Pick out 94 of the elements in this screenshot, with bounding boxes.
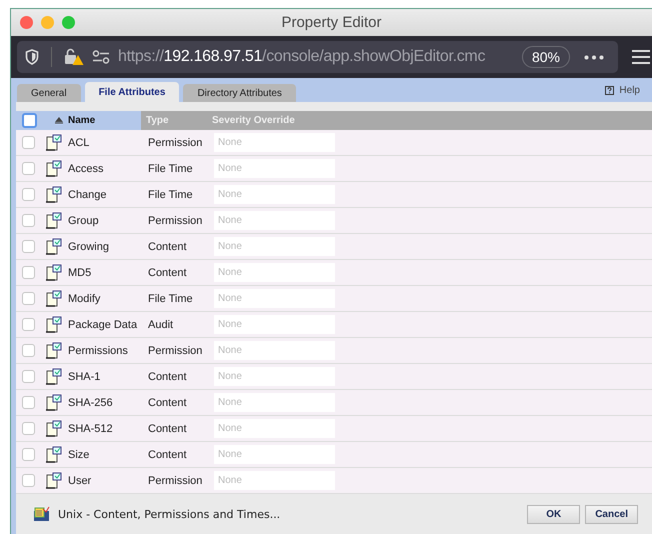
severity-field[interactable]: None xyxy=(214,393,335,412)
permissions-icon xyxy=(92,50,110,64)
severity-field[interactable]: None xyxy=(214,185,335,204)
row-checkbox[interactable] xyxy=(22,162,35,175)
address-bar[interactable]: https://192.168.97.51/console/app.showObjEditor.cmc 80% xyxy=(17,41,618,73)
type-cell-text: Content xyxy=(148,266,188,278)
severity-field[interactable]: None xyxy=(214,341,335,360)
severity-field[interactable]: None xyxy=(214,289,335,308)
name-cell-text: Change xyxy=(68,188,108,200)
ok-button[interactable]: OK xyxy=(527,504,580,524)
column-header[interactable]: Name xyxy=(16,111,141,130)
name-cell-text: ACL xyxy=(68,136,90,148)
url-text: https://192.168.97.51/console/app.showObjEditor.cmc xyxy=(118,48,486,66)
row-checkbox[interactable] xyxy=(22,266,35,279)
document-icon xyxy=(46,186,62,203)
name-cell-text: Size xyxy=(68,448,90,460)
document-icon xyxy=(46,316,62,333)
type-cell-text: File Time xyxy=(148,292,194,304)
document-icon xyxy=(46,134,62,151)
document-icon xyxy=(46,420,62,437)
type-cell-text: File Time xyxy=(148,162,194,174)
close-button[interactable] xyxy=(20,16,33,29)
document-icon xyxy=(46,290,62,307)
row-checkbox[interactable] xyxy=(22,344,35,357)
name-cell-text: User xyxy=(68,474,92,486)
document-icon xyxy=(46,472,62,489)
type-cell-text: Content xyxy=(148,396,188,408)
minimize-button[interactable] xyxy=(41,16,54,29)
more-icon[interactable] xyxy=(584,54,604,60)
severity-field[interactable]: None xyxy=(214,367,335,386)
tab[interactable]: File Attributes xyxy=(84,82,180,102)
name-cell-text: Package Data xyxy=(68,318,138,330)
type-cell-text: Permission xyxy=(148,344,204,356)
row-checkbox[interactable] xyxy=(22,474,35,487)
name-cell-text: SHA-1 xyxy=(68,370,102,382)
row-checkbox[interactable] xyxy=(22,240,35,253)
help-link[interactable]: Help xyxy=(619,84,640,96)
type-cell-text: File Time xyxy=(148,188,194,200)
document-icon xyxy=(46,394,62,411)
type-cell-text: Permission xyxy=(148,136,204,148)
document-icon xyxy=(46,446,62,463)
name-cell-text: Access xyxy=(68,162,104,174)
rule-set-icon xyxy=(33,506,50,522)
row-checkbox[interactable] xyxy=(22,448,35,461)
type-cell-text: Content xyxy=(148,422,188,434)
severity-field[interactable]: None xyxy=(214,237,335,256)
row-checkbox[interactable] xyxy=(22,370,35,383)
row-checkbox[interactable] xyxy=(22,292,35,305)
severity-field[interactable]: None xyxy=(214,419,335,438)
cancel-button[interactable]: Cancel xyxy=(585,504,638,524)
row-checkbox[interactable] xyxy=(22,422,35,435)
help-icon[interactable] xyxy=(605,86,614,94)
document-icon xyxy=(46,238,62,255)
row-checkbox[interactable] xyxy=(22,396,35,409)
type-cell-text: Audit xyxy=(148,318,174,330)
name-cell-text: Permissions xyxy=(68,344,129,356)
document-icon xyxy=(46,212,62,229)
type-cell-text: Permission xyxy=(148,474,204,486)
name-cell-text: SHA-512 xyxy=(68,422,114,434)
menu-icon[interactable] xyxy=(632,49,650,65)
severity-field[interactable]: None xyxy=(214,211,335,230)
type-cell-text: Content xyxy=(148,370,188,382)
row-checkbox[interactable] xyxy=(22,318,35,331)
lock-warning-icon xyxy=(64,48,84,66)
severity-field[interactable]: None xyxy=(214,263,335,282)
name-cell-text: MD5 xyxy=(68,266,92,278)
severity-field[interactable]: None xyxy=(214,445,335,464)
row-checkbox[interactable] xyxy=(22,188,35,201)
sort-icon xyxy=(55,117,63,124)
maximize-button[interactable] xyxy=(62,16,75,29)
name-cell-text: SHA-256 xyxy=(68,396,114,408)
name-cell-text: Growing xyxy=(68,240,110,252)
document-icon xyxy=(46,264,62,281)
name-cell-text: Modify xyxy=(68,292,102,304)
name-cell-text: Group xyxy=(68,214,100,226)
severity-field[interactable]: None xyxy=(214,315,335,334)
shield-icon xyxy=(25,49,39,65)
tab[interactable]: General xyxy=(17,84,81,102)
tab[interactable]: Directory Attributes xyxy=(183,84,296,102)
type-cell-text: Permission xyxy=(148,214,204,226)
zoom-level[interactable]: 80% xyxy=(522,46,570,68)
severity-field[interactable]: None xyxy=(214,159,335,178)
document-icon xyxy=(46,160,62,177)
select-all-checkbox[interactable] xyxy=(22,113,37,128)
type-cell-text: Content xyxy=(148,448,188,460)
window-title: Property Editor xyxy=(281,14,382,31)
rule-set-name: Unix - Content, Permissions and Times... xyxy=(58,508,280,520)
document-icon xyxy=(46,342,62,359)
row-checkbox[interactable] xyxy=(22,136,35,149)
severity-field[interactable]: None xyxy=(214,471,335,490)
severity-field[interactable]: None xyxy=(214,133,335,152)
type-cell-text: Content xyxy=(148,240,188,252)
document-icon xyxy=(46,368,62,385)
row-checkbox[interactable] xyxy=(22,214,35,227)
